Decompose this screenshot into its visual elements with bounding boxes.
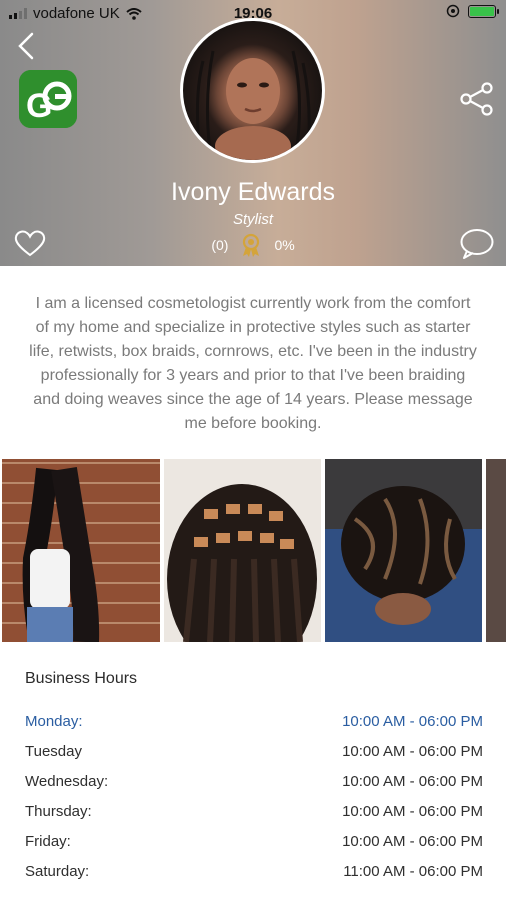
- review-count: (0): [211, 237, 229, 253]
- hours-time: 10:00 AM - 06:00 PM: [342, 833, 483, 850]
- brand-logo: G: [19, 70, 77, 128]
- hours-day: Wednesday:: [25, 773, 109, 790]
- hours-time: 11:00 AM - 06:00 PM: [343, 863, 483, 880]
- share-icon[interactable]: [459, 82, 495, 116]
- hours-row: Wednesday: 10:00 AM - 06:00 PM: [25, 773, 483, 803]
- hours-day: Thursday:: [25, 803, 92, 820]
- hours-row: Thursday: 10:00 AM - 06:00 PM: [25, 803, 483, 833]
- battery-icon: [468, 4, 499, 18]
- business-hours: Business Hours Monday: 10:00 AM - 06:00 …: [25, 670, 483, 893]
- chat-bubble-icon[interactable]: [459, 227, 495, 261]
- hours-time: 10:00 AM - 06:00 PM: [342, 713, 483, 730]
- hours-day: Saturday:: [25, 863, 90, 880]
- rating-stats: (0) 0%: [0, 232, 506, 258]
- avatar: [180, 18, 325, 163]
- profile-name: Ivony Edwards: [171, 178, 335, 206]
- heart-icon[interactable]: [14, 229, 46, 257]
- hours-row: Monday: 10:00 AM - 06:00 PM: [25, 713, 483, 743]
- hours-time: 10:00 AM - 06:00 PM: [342, 743, 483, 760]
- hours-day: Monday:: [25, 713, 83, 730]
- gallery-photo[interactable]: [2, 459, 160, 642]
- hours-row: Friday: 10:00 AM - 06:00 PM: [25, 833, 483, 863]
- business-hours-title: Business Hours: [25, 670, 138, 687]
- hours-time: 10:00 AM - 06:00 PM: [342, 773, 483, 790]
- hours-row: Saturday: 11:00 AM - 06:00 PM: [25, 863, 483, 893]
- chevron-left-icon[interactable]: [12, 30, 42, 62]
- hours-day: Friday:: [25, 833, 71, 850]
- hours-day: Tuesday: [25, 743, 82, 760]
- photo-gallery[interactable]: [0, 459, 506, 642]
- gallery-photo[interactable]: [486, 459, 506, 642]
- award-ribbon-icon: [243, 233, 260, 257]
- hours-row: Tuesday 10:00 AM - 06:00 PM: [25, 743, 483, 773]
- profile-header: vodafone UK 19:06 G Ivony Edwards Stylis…: [0, 0, 506, 266]
- hours-time: 10:00 AM - 06:00 PM: [342, 803, 483, 820]
- rating-percent: 0%: [274, 237, 295, 253]
- orientation-lock-icon: [446, 4, 460, 18]
- gallery-photo[interactable]: [325, 459, 482, 642]
- gallery-photo[interactable]: [164, 459, 321, 642]
- profile-role: Stylist: [232, 211, 273, 228]
- bio-text: I am a licensed cosmetologist currently …: [29, 295, 477, 432]
